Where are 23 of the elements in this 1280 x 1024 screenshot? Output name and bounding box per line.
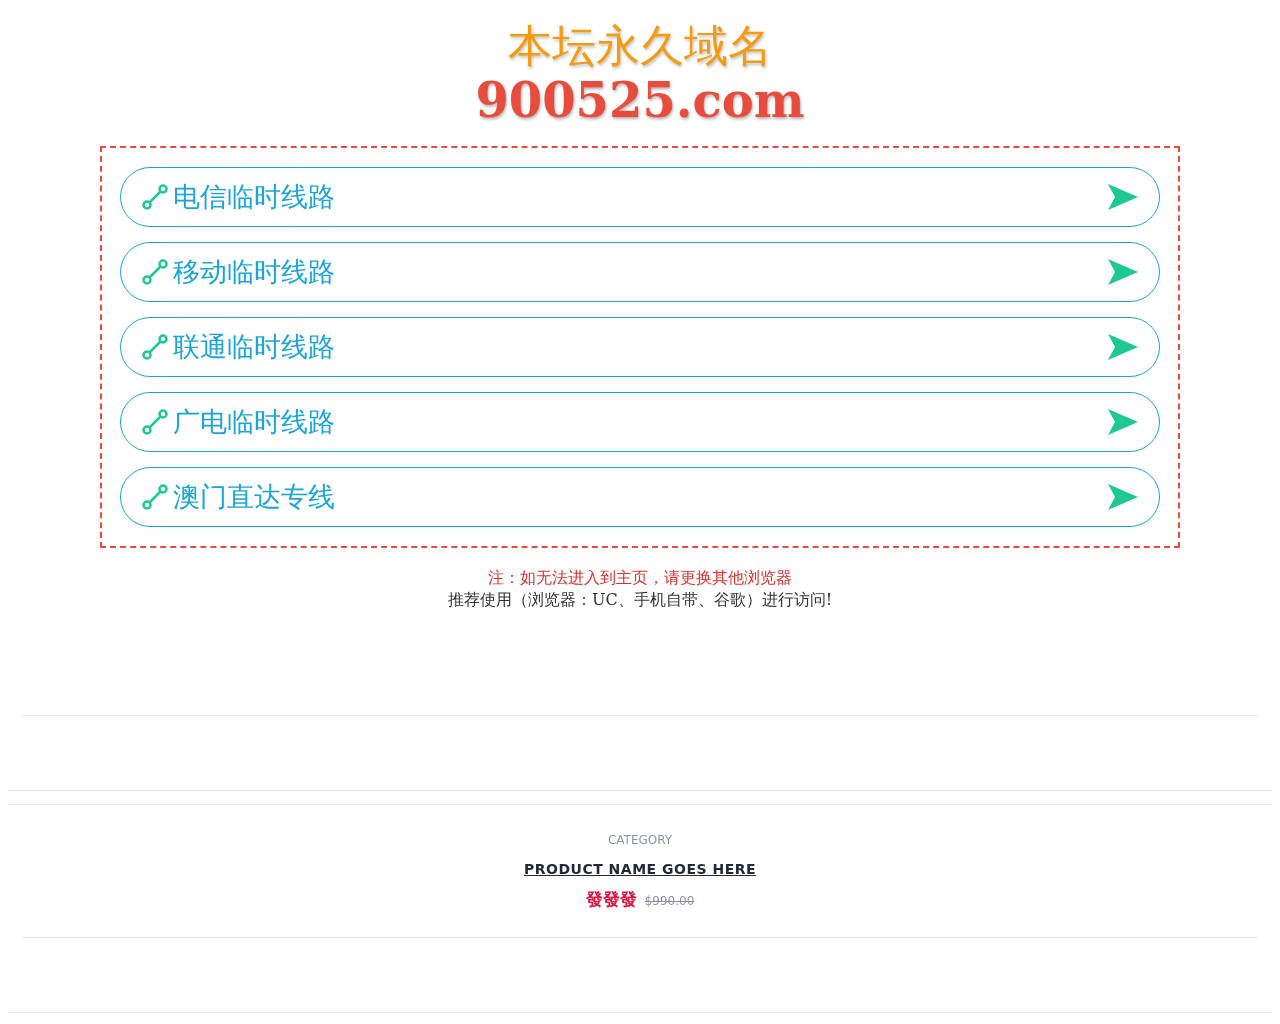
route-link[interactable]: 澳门直达专线	[120, 467, 1160, 527]
send-icon	[1107, 483, 1139, 511]
domain-title: 900525.com	[475, 72, 805, 128]
notice-text: 注：如无法进入到主页，请更换其他浏览器	[487, 567, 793, 589]
category-label: CATEGORY	[606, 832, 674, 849]
send-icon	[1107, 408, 1139, 436]
link-icon	[141, 333, 169, 361]
route-link[interactable]: 电信临时线路	[120, 167, 1160, 227]
notice-text: 推荐使用（浏览器：UC、手机自带、谷歌）进行访问!	[446, 589, 834, 611]
product-name-link[interactable]: PRODUCT NAME GOES HERE	[523, 861, 757, 877]
link-icon	[141, 483, 169, 511]
send-icon	[1107, 183, 1139, 211]
link-icon	[141, 258, 169, 286]
send-icon	[1107, 258, 1139, 286]
old-price-text: $990.00	[644, 893, 695, 910]
route-link[interactable]: 移动临时线路	[120, 242, 1160, 302]
route-link[interactable]: 联通临时线路	[120, 317, 1160, 377]
price-text: 發發發	[585, 888, 637, 911]
link-icon	[141, 408, 169, 436]
site-title: 本坛永久域名	[508, 20, 772, 72]
route-link[interactable]: 广电临时线路	[120, 392, 1160, 452]
link-icon	[141, 183, 169, 211]
send-icon	[1107, 333, 1139, 361]
